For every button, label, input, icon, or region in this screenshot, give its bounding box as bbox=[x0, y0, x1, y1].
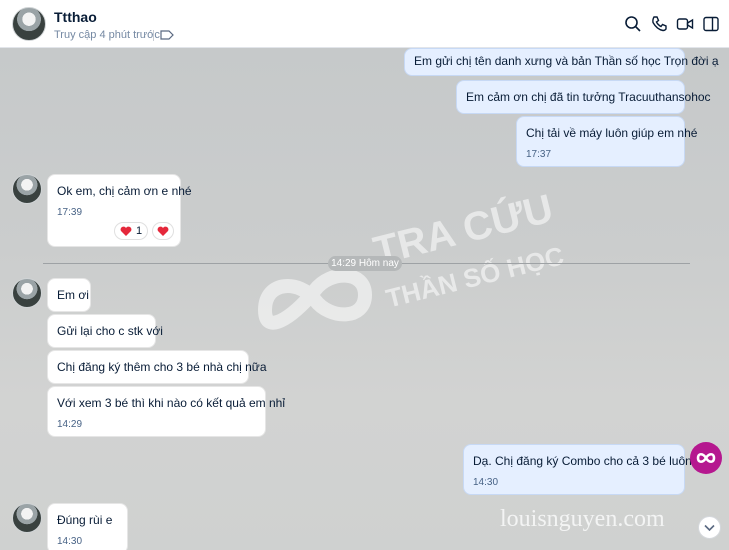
tag-icon[interactable] bbox=[160, 29, 174, 41]
contact-name[interactable]: Ttthao bbox=[54, 9, 97, 25]
search-icon[interactable] bbox=[624, 15, 642, 33]
message-bubble[interactable]: Em gửi chị tên danh xưng và bản Thần số … bbox=[404, 48, 719, 76]
video-icon[interactable] bbox=[676, 15, 694, 33]
message-bubble[interactable]: Em cảm ơn chị đã tin tưởng Tracuuthansoh… bbox=[456, 80, 711, 114]
message-text: Gửi lại cho c stk với bbox=[57, 324, 163, 338]
message-time: 17:37 bbox=[526, 149, 552, 160]
message-text: Đúng rùi e bbox=[57, 513, 113, 527]
chat-header: Ttthao Truy cập 4 phút trước bbox=[0, 0, 729, 48]
message-time: 14:29 bbox=[57, 419, 83, 430]
chat-area[interactable]: TRA CỨU THẦN SỐ HỌC louisnguyen.com Em g… bbox=[0, 48, 729, 550]
message-text: Em gửi chị tên danh xưng và bản Thần số … bbox=[414, 54, 719, 68]
message-time: 14:30 bbox=[57, 536, 83, 547]
reaction-count-badge[interactable]: 1 bbox=[114, 222, 148, 240]
message-bubble[interactable]: Dạ. Chị đăng ký Combo cho cả 3 bé luôn ạ… bbox=[463, 444, 708, 495]
message-bubble[interactable]: Chị tải về máy luôn giúp em nhé 17:37 bbox=[516, 116, 697, 167]
message-text: Với xem 3 bé thì khi nào có kết quả em n… bbox=[57, 396, 285, 410]
assistant-button[interactable] bbox=[690, 442, 722, 474]
sidebar-toggle-icon[interactable] bbox=[702, 15, 720, 33]
message-bubble[interactable]: Với xem 3 bé thì khi nào có kết quả em n… bbox=[47, 386, 285, 437]
add-reaction-button[interactable] bbox=[152, 222, 174, 240]
message-text: Em cảm ơn chị đã tin tưởng Tracuuthansoh… bbox=[466, 90, 711, 104]
message-text: Chị tải về máy luôn giúp em nhé bbox=[526, 126, 698, 140]
contact-avatar[interactable] bbox=[12, 7, 46, 41]
message-text: Chị đăng ký thêm cho 3 bé nhà chị nữa bbox=[57, 360, 267, 374]
last-seen-status: Truy cập 4 phút trước bbox=[54, 29, 160, 41]
heart-icon bbox=[120, 226, 132, 236]
phone-icon[interactable] bbox=[650, 15, 668, 33]
infinity-icon bbox=[696, 452, 716, 464]
message-time: 14:30 bbox=[473, 477, 499, 488]
chevron-down-icon bbox=[704, 524, 715, 532]
message-text: Em ơi bbox=[57, 288, 89, 302]
message-bubble[interactable]: Đúng rùi e 14:30 bbox=[47, 503, 128, 550]
message-time: 17:39 bbox=[57, 207, 83, 218]
reaction-count: 1 bbox=[135, 225, 143, 237]
message-bubble[interactable]: Em ơi bbox=[47, 278, 91, 312]
sender-avatar[interactable] bbox=[12, 174, 42, 204]
heart-icon bbox=[157, 226, 169, 236]
header-separator bbox=[153, 30, 154, 41]
sender-avatar[interactable] bbox=[12, 278, 42, 308]
message-text: Ok em, chị cảm ơn e nhé bbox=[57, 184, 192, 198]
scroll-to-bottom-button[interactable] bbox=[698, 516, 721, 539]
message-bubble[interactable]: Chị đăng ký thêm cho 3 bé nhà chị nữa bbox=[47, 350, 267, 384]
date-divider-label: 14:29 Hôm nay bbox=[328, 256, 402, 271]
message-bubble[interactable]: Gửi lại cho c stk với bbox=[47, 314, 163, 348]
sender-avatar[interactable] bbox=[12, 503, 42, 533]
message-text: Dạ. Chị đăng ký Combo cho cả 3 bé luôn ạ… bbox=[473, 454, 709, 468]
watermark-site: louisnguyen.com bbox=[500, 506, 665, 532]
